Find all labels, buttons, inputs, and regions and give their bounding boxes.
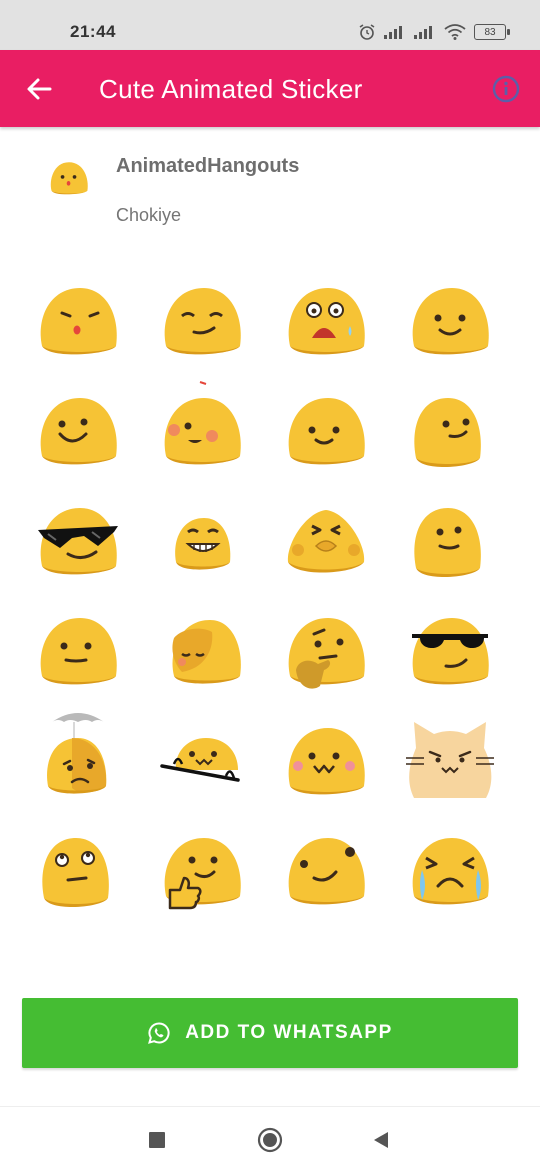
app-title: Cute Animated Sticker xyxy=(99,74,363,104)
sticker-blob-peek[interactable] xyxy=(152,708,252,808)
sticker-blob-smile-2[interactable] xyxy=(276,378,376,478)
sticker-blob-blush[interactable] xyxy=(152,378,252,478)
arrow-back-icon[interactable] xyxy=(24,74,54,104)
info-icon[interactable] xyxy=(492,75,520,103)
add-to-whatsapp-label: ADD TO WHATSAPP xyxy=(185,1022,393,1043)
sticker-blob-thumbsup[interactable] xyxy=(152,818,252,918)
battery-level: 83 xyxy=(484,26,496,38)
sticker-blob-kiss[interactable] xyxy=(28,268,128,368)
signal-icon xyxy=(384,26,402,39)
sticker-blob-smile[interactable] xyxy=(400,268,500,368)
sticker-blob-uwu[interactable] xyxy=(276,708,376,808)
sticker-blob-smirk[interactable] xyxy=(152,268,252,368)
sticker-blob-eyeroll[interactable] xyxy=(28,818,128,918)
home-circle-icon[interactable] xyxy=(255,1125,285,1155)
add-to-whatsapp-button[interactable]: ADD TO WHATSAPP xyxy=(22,998,518,1068)
sticker-blob-side-smile[interactable] xyxy=(400,378,500,478)
sticker-blob-neutral-smile[interactable] xyxy=(28,598,128,698)
sticker-blob-pray[interactable] xyxy=(276,488,376,588)
sticker-blob-cry[interactable] xyxy=(400,818,500,918)
alarm-icon xyxy=(359,24,375,40)
status-bar: 21:44 83 xyxy=(0,0,540,50)
sticker-blob-sunglasses[interactable] xyxy=(400,598,500,698)
sticker-blob-cat[interactable] xyxy=(400,708,500,808)
sticker-blob-wink[interactable] xyxy=(276,818,376,918)
pack-tray-icon xyxy=(50,162,88,195)
recents-square-icon[interactable] xyxy=(142,1125,172,1155)
sticker-blob-umbrella[interactable] xyxy=(28,708,128,808)
system-nav-bar xyxy=(0,1106,540,1171)
signal-icon xyxy=(414,26,432,39)
sticker-blob-sunglasses-grin[interactable] xyxy=(28,488,128,588)
app-bar: Cute Animated Sticker xyxy=(0,50,540,127)
sticker-blob-scared[interactable] xyxy=(276,268,376,368)
battery-icon: 83 xyxy=(474,24,510,40)
sticker-blob-happy[interactable] xyxy=(28,378,128,478)
whatsapp-icon xyxy=(148,1022,170,1044)
status-icons: 83 xyxy=(358,22,510,42)
back-triangle-icon[interactable] xyxy=(366,1125,396,1155)
sticker-blob-sleep[interactable] xyxy=(152,598,252,698)
sticker-blob-grin[interactable] xyxy=(152,488,252,588)
pack-publisher: Chokiye xyxy=(116,205,182,225)
pack-header: AnimatedHangouts Chokiye xyxy=(0,140,540,250)
sticker-blob-thinking[interactable] xyxy=(276,598,376,698)
status-time: 21:44 xyxy=(70,22,116,41)
wifi-icon xyxy=(444,24,466,40)
pack-name: AnimatedHangouts xyxy=(116,155,300,177)
sticker-blob-side-smile-2[interactable] xyxy=(400,488,500,588)
